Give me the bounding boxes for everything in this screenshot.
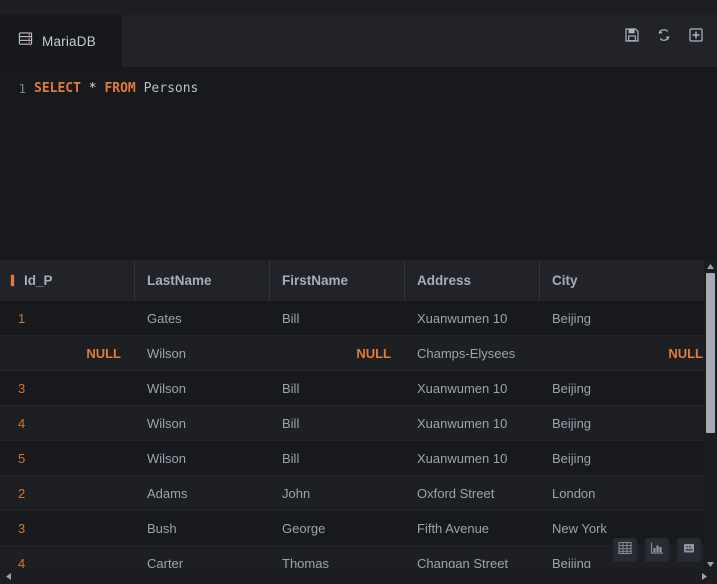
- tab-bar: MariaDB: [0, 0, 717, 67]
- cell-id_p[interactable]: 4: [0, 406, 135, 440]
- column-header-label: FirstName: [282, 273, 349, 288]
- cell-id_p[interactable]: 5: [0, 441, 135, 475]
- cell-lastname[interactable]: Adams: [135, 476, 270, 510]
- cell-address[interactable]: Champs-Elysees: [405, 336, 540, 370]
- grid-view-button[interactable]: [613, 538, 637, 562]
- tab-bar-actions: [623, 27, 705, 48]
- table-grid-icon: [618, 541, 632, 560]
- refresh-button[interactable]: [655, 28, 673, 46]
- cell-firstname[interactable]: Bill: [270, 301, 405, 335]
- floppy-disk-icon: [624, 27, 640, 48]
- cell-address[interactable]: Xuanwumen 10: [405, 371, 540, 405]
- cell-firstname[interactable]: Bill: [270, 371, 405, 405]
- results-grid: Id_P LastName FirstName Address City 1 Gates B…: [0, 260, 717, 584]
- code-line: 1 SELECT * FROM Persons: [0, 78, 717, 98]
- cell-lastname[interactable]: Bush: [135, 511, 270, 545]
- sql-token-keyword: FROM: [104, 80, 136, 96]
- results-body: 1 Gates Bill Xuanwumen 10 Beijing NULL Wilson N…: [0, 301, 717, 584]
- horizontal-scrollbar[interactable]: [0, 568, 717, 584]
- cell-id_p[interactable]: NULL: [0, 336, 135, 370]
- table-row[interactable]: 2 Adams John Oxford Street London: [0, 476, 717, 511]
- cell-address[interactable]: Xuanwumen 10: [405, 406, 540, 440]
- cell-id_p[interactable]: 1: [0, 301, 135, 335]
- vertical-scrollbar-thumb[interactable]: [706, 273, 715, 433]
- sql-token-plain: [136, 81, 144, 96]
- table-row[interactable]: 1 Gates Bill Xuanwumen 10 Beijing: [0, 301, 717, 336]
- cell-firstname[interactable]: John: [270, 476, 405, 510]
- cell-city[interactable]: Beijing: [540, 441, 717, 475]
- column-header-label: LastName: [147, 273, 212, 288]
- column-header-lastname[interactable]: LastName: [135, 260, 270, 301]
- column-header-label: Id_P: [24, 273, 53, 288]
- cell-city[interactable]: NULL: [540, 336, 717, 370]
- column-header-label: Address: [417, 273, 472, 288]
- primary-key-icon: [11, 275, 14, 286]
- save-button[interactable]: [623, 27, 641, 48]
- cell-id_p[interactable]: 3: [0, 371, 135, 405]
- cell-firstname[interactable]: Bill: [270, 441, 405, 475]
- column-header-label: City: [552, 273, 578, 288]
- column-header-id_p[interactable]: Id_P: [0, 260, 135, 301]
- cell-lastname[interactable]: Wilson: [135, 406, 270, 440]
- vertical-scrollbar[interactable]: [704, 260, 717, 570]
- cell-address[interactable]: Xuanwumen 10: [405, 441, 540, 475]
- table-row[interactable]: 3 Bush George Fifth Avenue New York: [0, 511, 717, 546]
- chart-view-button[interactable]: [645, 538, 669, 562]
- cell-city[interactable]: Beijing: [540, 301, 717, 335]
- cell-address[interactable]: Oxford Street: [405, 476, 540, 510]
- scroll-right-arrow[interactable]: [698, 568, 711, 584]
- sql-token-identifier: Persons: [143, 80, 199, 96]
- cell-address[interactable]: Fifth Avenue: [405, 511, 540, 545]
- data-view-button[interactable]: [677, 538, 701, 562]
- line-number: 1: [18, 80, 26, 96]
- database-icon: [682, 541, 696, 560]
- table-row[interactable]: NULL Wilson NULL Champs-Elysees NULL: [0, 336, 717, 371]
- bar-chart-icon: [650, 541, 664, 560]
- results-header-row: Id_P LastName FirstName Address City: [0, 260, 717, 301]
- cell-firstname[interactable]: Bill: [270, 406, 405, 440]
- cell-firstname[interactable]: NULL: [270, 336, 405, 370]
- cell-city[interactable]: Beijing: [540, 371, 717, 405]
- view-mode-toolbar: [613, 538, 701, 562]
- tab-label: MariaDB: [42, 33, 96, 49]
- table-row[interactable]: 3 Wilson Bill Xuanwumen 10 Beijing: [0, 371, 717, 406]
- scroll-left-arrow[interactable]: [2, 568, 15, 584]
- sql-token-plain: [81, 81, 89, 96]
- table-row[interactable]: 5 Wilson Bill Xuanwumen 10 Beijing: [0, 441, 717, 476]
- cell-city[interactable]: Beijing: [540, 406, 717, 440]
- cell-lastname[interactable]: Wilson: [135, 371, 270, 405]
- cell-id_p[interactable]: 3: [0, 511, 135, 545]
- cell-firstname[interactable]: George: [270, 511, 405, 545]
- plus-box-icon: [688, 27, 704, 48]
- sql-statement[interactable]: SELECT * FROM Persons: [34, 81, 198, 96]
- table-row[interactable]: 4 Wilson Bill Xuanwumen 10 Beijing: [0, 406, 717, 441]
- cell-lastname[interactable]: Wilson: [135, 336, 270, 370]
- new-tab-button[interactable]: [687, 27, 705, 48]
- cell-lastname[interactable]: Gates: [135, 301, 270, 335]
- cell-city[interactable]: London: [540, 476, 717, 510]
- column-header-city[interactable]: City: [540, 260, 717, 301]
- sql-token-keyword: SELECT: [34, 80, 81, 96]
- database-icon: [18, 31, 33, 51]
- cell-id_p[interactable]: 2: [0, 476, 135, 510]
- sync-icon: [656, 27, 672, 48]
- sql-editor-area[interactable]: 1 SELECT * FROM Persons: [0, 67, 717, 260]
- sql-token-operator: *: [88, 80, 97, 96]
- tab-mariadb[interactable]: MariaDB: [0, 15, 122, 67]
- tab-bar-strip: [0, 0, 717, 15]
- scroll-up-arrow[interactable]: [704, 260, 717, 272]
- sql-editor-window: MariaDB 1 SELECT * FROM Persons Id_P Las…: [0, 0, 717, 584]
- column-header-address[interactable]: Address: [405, 260, 540, 301]
- cell-address[interactable]: Xuanwumen 10: [405, 301, 540, 335]
- cell-lastname[interactable]: Wilson: [135, 441, 270, 475]
- column-header-firstname[interactable]: FirstName: [270, 260, 405, 301]
